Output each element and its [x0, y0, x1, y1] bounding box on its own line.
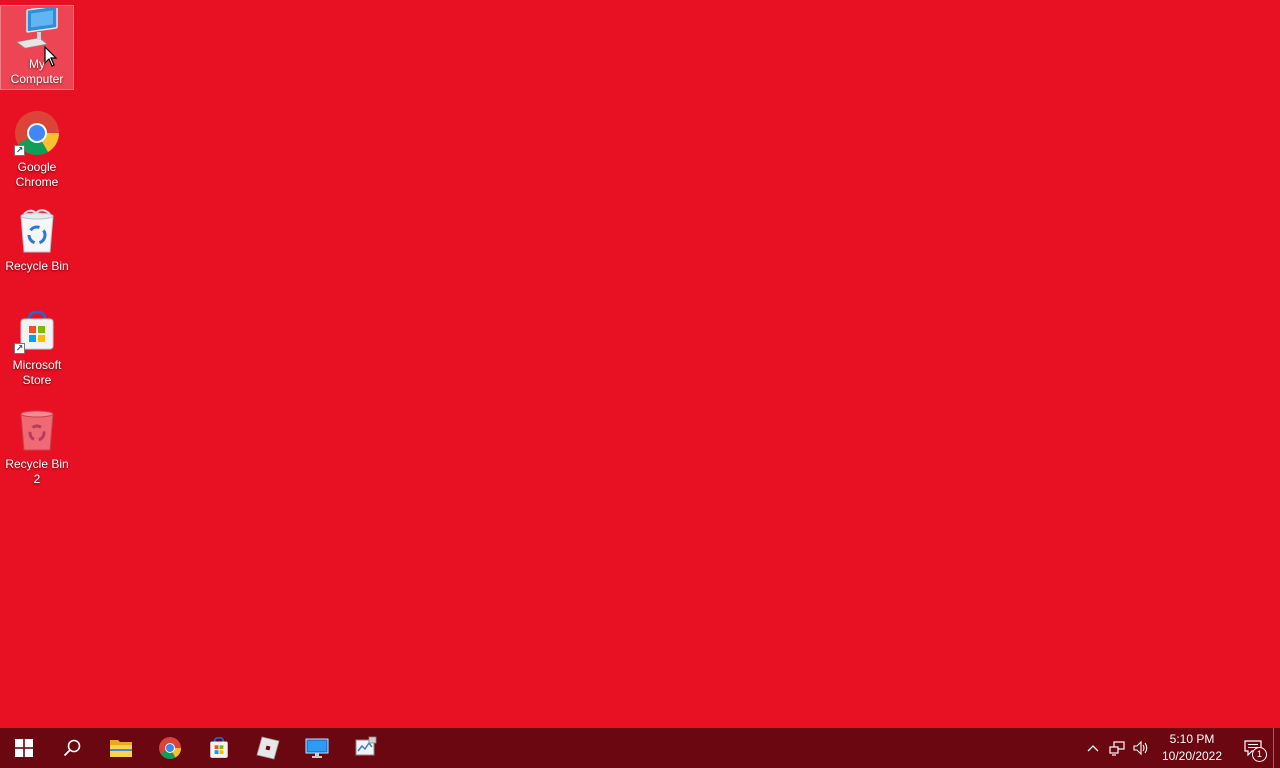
chrome-icon: ↗	[11, 107, 63, 159]
taskbar-clock[interactable]: 5:10 PM 10/20/2022	[1157, 728, 1227, 768]
desktop-icon-label: Recycle Bin 2	[5, 457, 69, 486]
desktop-icon-label: Microsoft Store	[12, 358, 62, 387]
desktop-icon-google-chrome[interactable]: ↗ Google Chrome	[1, 105, 73, 192]
desktop[interactable]: My Computer ↗ Google Chrome Recycle Bin …	[0, 0, 1280, 728]
chrome-icon	[158, 737, 181, 759]
desktop-icon-recycle-bin[interactable]: Recycle Bin	[1, 204, 73, 276]
app-button[interactable]	[341, 728, 390, 768]
desktop-icon-microsoft-store[interactable]: ↗ Microsoft Store	[1, 303, 73, 390]
mouse-cursor-icon	[44, 46, 58, 67]
shortcut-arrow-icon: ↗	[14, 145, 25, 156]
action-center-button[interactable]: 1	[1233, 728, 1273, 768]
monitor-icon	[305, 738, 328, 758]
desktop-icon-recycle-bin-2[interactable]: Recycle Bin 2	[1, 402, 73, 489]
network-icon[interactable]	[1105, 728, 1129, 768]
store-button[interactable]	[194, 728, 243, 768]
file-explorer-button[interactable]	[96, 728, 145, 768]
desktop-icon-my-computer[interactable]: My Computer	[0, 5, 74, 90]
clock-time: 5:10 PM	[1169, 732, 1215, 746]
roblox-button[interactable]	[243, 728, 292, 768]
shortcut-arrow-icon: ↗	[14, 343, 25, 354]
store-icon	[209, 736, 228, 758]
roblox-icon	[256, 736, 279, 760]
search-icon	[63, 739, 81, 757]
recycle-bin-icon	[11, 206, 63, 258]
remote-desktop-button[interactable]	[292, 728, 341, 768]
desktop-icon-label: Google Chrome	[15, 160, 59, 189]
desktop-icon-label: Recycle Bin	[5, 259, 69, 273]
show-desktop-button[interactable]	[1273, 728, 1280, 768]
start-button[interactable]	[0, 728, 48, 768]
paint-icon	[355, 736, 376, 756]
system-tray: 5:10 PM 10/20/2022 1	[1081, 728, 1280, 768]
search-button[interactable]	[48, 728, 96, 768]
chrome-button[interactable]	[145, 728, 194, 768]
store-icon: ↗	[11, 305, 63, 357]
clock-date: 10/20/2022	[1161, 749, 1223, 763]
volume-icon[interactable]	[1129, 728, 1153, 768]
chevron-up-icon[interactable]	[1081, 728, 1105, 768]
notification-badge: 1	[1252, 747, 1267, 762]
desktop-icon-label: My Computer	[10, 57, 64, 86]
windows-logo-icon	[15, 739, 33, 757]
recycle-bin-red-icon	[11, 404, 63, 456]
taskbar: 5:10 PM 10/20/2022 1	[0, 728, 1280, 768]
folder-icon	[109, 740, 132, 757]
